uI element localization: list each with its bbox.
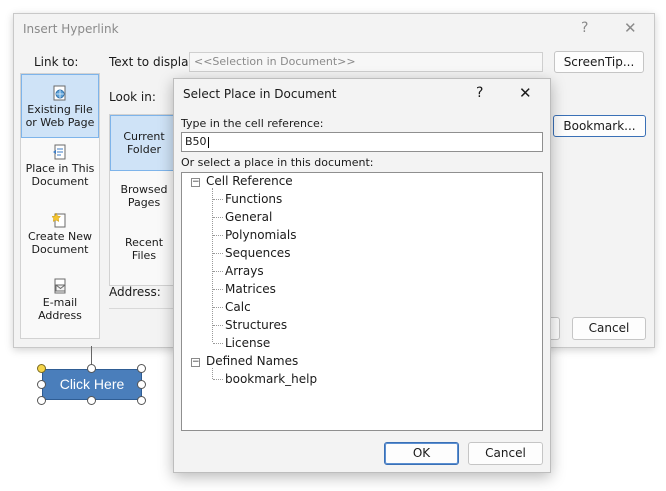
shape-resize-handle[interactable] (137, 364, 146, 373)
help-icon[interactable]: ? (476, 85, 483, 101)
cell-reference-label: Type in the cell reference: (181, 117, 324, 130)
tree-node[interactable]: Polynomials (225, 228, 297, 242)
link-to-create-new-document[interactable]: Create New Document (21, 212, 99, 272)
tree-line (212, 188, 213, 342)
dialog-title: Select Place in Document (183, 87, 337, 101)
text-to-display-label: Text to display: (109, 55, 199, 69)
select-place-dialog: Select Place in Document ? ✕ Type in the… (173, 78, 551, 473)
shape-resize-handle[interactable] (37, 396, 46, 405)
look-in-recent-files[interactable]: Recent Files (110, 236, 178, 262)
collapse-icon[interactable]: − (191, 358, 200, 367)
close-icon[interactable]: ✕ (519, 84, 532, 102)
document-place-tree[interactable]: − Cell Reference Functions General Polyn… (181, 172, 543, 431)
ok-button[interactable]: OK (384, 442, 459, 465)
tree-node[interactable]: Matrices (225, 282, 276, 296)
shape-resize-handle[interactable] (137, 396, 146, 405)
link-to-label: Link to: (34, 55, 79, 69)
look-in-label: Look in: (109, 90, 156, 104)
collapse-icon[interactable]: − (191, 178, 200, 187)
tree-node[interactable]: bookmark_help (225, 372, 317, 386)
text-cursor (207, 136, 209, 148)
screentip-button[interactable]: ScreenTip... (554, 51, 644, 73)
tree-node[interactable]: Structures (225, 318, 287, 332)
look-in-panel: Current Folder Browsed Pages Recent File… (109, 114, 179, 286)
place-label: Or select a place in this document: (181, 156, 374, 169)
email-icon (54, 278, 66, 294)
shape-resize-handle[interactable] (37, 380, 46, 389)
text-to-display-input[interactable]: <<Selection in Document>> (189, 52, 543, 72)
document-place-icon (53, 144, 66, 160)
new-document-icon (52, 212, 66, 228)
shape-resize-handle[interactable] (87, 364, 96, 373)
close-icon[interactable]: ✕ (624, 19, 637, 37)
tree-line (212, 368, 213, 379)
link-to-existing-file[interactable]: Existing File or Web Page (21, 74, 99, 138)
tree-node[interactable]: Arrays (225, 264, 264, 278)
bookmark-button[interactable]: Bookmark... (553, 115, 646, 137)
look-in-current-folder[interactable]: Current Folder (110, 115, 178, 171)
shape-resize-handle[interactable] (137, 380, 146, 389)
cancel-button[interactable]: Cancel (468, 442, 543, 465)
tree-node[interactable]: General (225, 210, 272, 224)
look-in-browsed-pages[interactable]: Browsed Pages (110, 183, 178, 209)
cancel-button[interactable]: Cancel (572, 317, 646, 340)
link-to-email-address[interactable]: E-mail Address (21, 278, 99, 336)
tree-node[interactable]: Calc (225, 300, 251, 314)
help-icon[interactable]: ? (581, 20, 588, 36)
shape-resize-handle[interactable] (87, 396, 96, 405)
dialog-title: Insert Hyperlink (23, 22, 119, 36)
tree-node-cell-reference[interactable]: Cell Reference (206, 174, 293, 188)
cell-reference-input[interactable]: B50 (181, 132, 543, 152)
shape-adjust-handle[interactable] (37, 364, 46, 373)
tree-node-defined-names[interactable]: Defined Names (206, 354, 298, 368)
tree-node[interactable]: Sequences (225, 246, 290, 260)
tree-node[interactable]: License (225, 336, 270, 350)
globe-file-icon (53, 85, 66, 101)
address-label: Address: (109, 285, 161, 299)
link-to-place-in-document[interactable]: Place in This Document (21, 144, 99, 204)
tree-node[interactable]: Functions (225, 192, 282, 206)
link-to-panel: Existing File or Web Page Place in This … (20, 73, 100, 339)
